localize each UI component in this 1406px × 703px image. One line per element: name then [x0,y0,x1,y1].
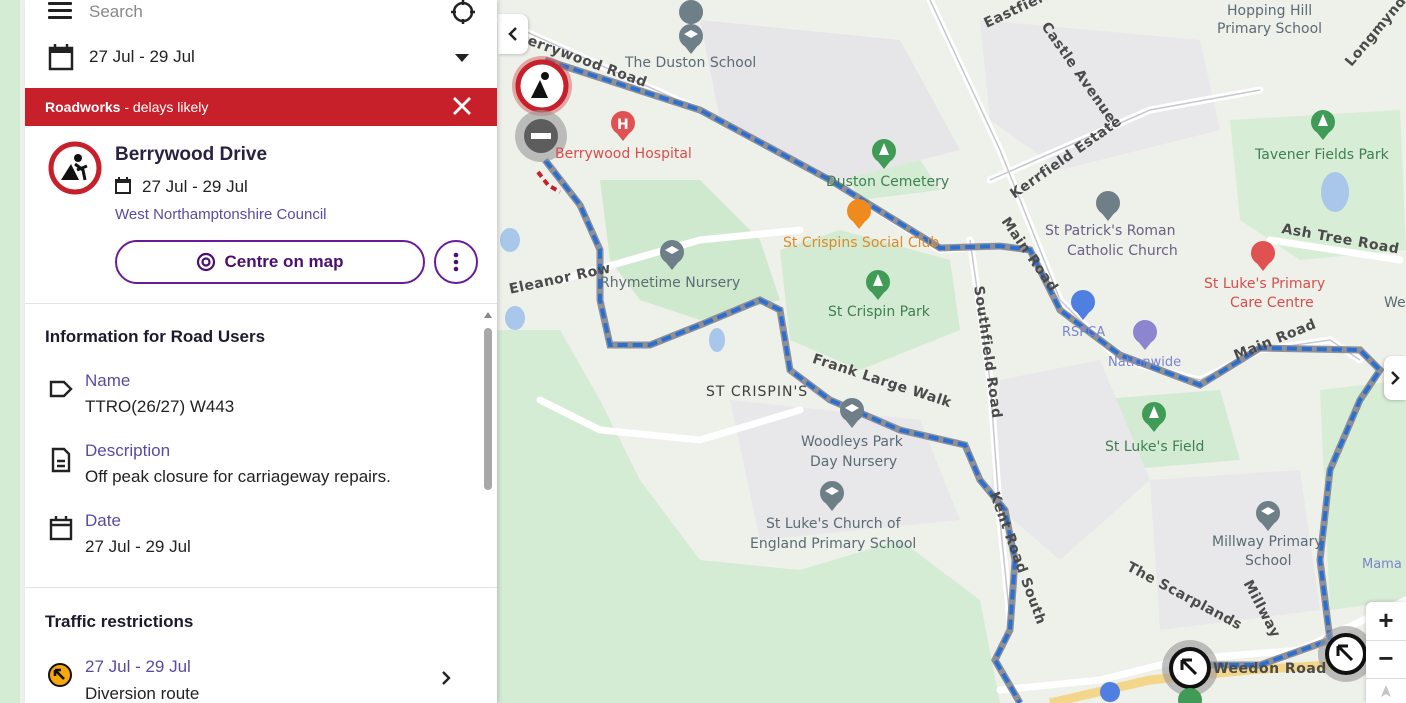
alert-type: Roadworks [45,99,121,115]
info-row-date: Date 27 Jul - 29 Jul [25,511,475,571]
map-label-st-patricks-1[interactable]: St Patrick's Roman [1045,223,1176,239]
map-label-rhymetime[interactable]: Rhymetime Nursery [600,275,740,291]
roadworks-sign-icon [48,141,102,195]
target-icon [197,252,216,272]
diversion-icon [48,663,72,687]
hamburger-icon[interactable] [48,2,72,20]
map-label-duston-cemetery[interactable]: Duston Cemetery [826,174,949,190]
date-label: Date [85,511,121,530]
map-label-st-lukes-primary-1[interactable]: St Luke's Primary [1204,276,1325,292]
calendar-icon [115,177,131,194]
chevron-right-icon [442,671,451,685]
name-value: TTRO(26/27) W443 [85,397,235,416]
map-label-st-lukes-church-1[interactable]: St Luke's Church of [766,516,901,532]
incident-authority: West Northamptonshire Council [115,206,327,223]
collapse-panel-button[interactable] [498,14,528,54]
alert-title: Roadworks - delays likely [45,99,208,115]
chevron-right-icon [1391,371,1400,385]
chevron-left-icon [508,27,517,41]
section-title-traffic: Traffic restrictions [45,612,194,631]
map-label-st-crispins-social[interactable]: St Crispins Social Club [783,235,939,251]
alert-banner: Roadworks - delays likely [25,88,497,126]
map-label-nationwide[interactable]: Nationwide [1108,355,1181,370]
calendar-icon [48,44,74,71]
date-range-selector[interactable]: 27 Jul - 29 Jul [89,47,195,67]
section-title-road-users: Information for Road Users [45,327,266,346]
compass-button[interactable] [1366,678,1406,703]
map-label-woodleys-2[interactable]: Day Nursery [810,454,897,470]
map-label-rspca[interactable]: RSPCA [1062,325,1105,340]
restriction-label: Diversion route [85,684,200,703]
calendar-icon [49,516,73,541]
panel-scrollbar[interactable] [482,310,494,703]
incident-summary: Berrywood Drive 27 Jul - 29 Jul West Nor… [25,126,497,304]
map-label-st-lukes-primary-2[interactable]: Care Centre [1230,295,1314,311]
map-label-millway-primary-2[interactable]: School [1245,553,1291,569]
map-label-duston-school[interactable]: The Duston School [625,55,756,71]
expand-right-panel-button[interactable] [1384,356,1406,400]
map-label-st-lukes-field[interactable]: St Luke's Field [1105,439,1204,455]
map-label-hopping-hill-2[interactable]: Primary School [1217,21,1322,37]
document-icon [51,447,71,473]
map-label-woodleys-1[interactable]: Woodleys Park [801,434,903,450]
description-value: Off peak closure for carriageway repairs… [85,467,391,486]
more-options-button[interactable] [434,240,478,284]
map-label-st-crispins: ST CRISPIN'S [706,384,809,400]
map-label-mama[interactable]: Mama [1362,557,1402,572]
name-label: Name [85,371,131,390]
dropdown-arrow-icon[interactable] [455,54,469,62]
map-label-berrywood-hospital[interactable]: Berrywood Hospital [555,146,692,162]
incident-date: 27 Jul - 29 Jul [142,177,248,196]
section-divider [25,587,497,588]
crosshair-icon[interactable] [449,0,477,28]
map-label-hopping-hill-1[interactable]: Hopping Hill [1227,3,1312,19]
incident-title: Berrywood Drive [115,144,268,165]
centre-on-map-button[interactable]: Centre on map [115,240,425,284]
svg-text:H: H [617,117,629,133]
map-label-millway-primary-1[interactable]: Millway Primary [1212,534,1323,550]
search-input[interactable] [89,0,409,24]
map-label-tavener-fields[interactable]: Tavener Fields Park [1255,147,1389,163]
traffic-restriction-item[interactable]: 27 Jul - 29 Jul Diversion route [25,650,480,703]
tag-icon [49,380,73,398]
incident-panel: 27 Jul - 29 Jul Roadworks - delays likel… [25,0,497,703]
zoom-out-button[interactable]: − [1366,640,1406,676]
centre-on-map-label: Centre on map [224,252,344,271]
map-label-weedon-road: Weedon Road [1213,661,1327,677]
zoom-control: + − [1366,602,1406,703]
map-label-st-lukes-church-2[interactable]: England Primary School [750,536,916,552]
scroll-thumb[interactable] [484,328,492,490]
close-icon[interactable] [451,95,473,117]
map-label-we: We [1384,295,1406,311]
date-value: 27 Jul - 29 Jul [85,537,191,556]
map-label-st-crispin-park[interactable]: St Crispin Park [828,304,930,320]
info-row-description: Description Off peak closure for carriag… [25,441,475,501]
zoom-in-button[interactable]: + [1366,602,1406,638]
restriction-date: 27 Jul - 29 Jul [85,657,191,676]
scroll-up-arrow-icon[interactable] [484,312,492,318]
info-row-name: Name TTRO(26/27) W443 [25,371,475,431]
more-vertical-icon [453,252,459,272]
compass-icon [1381,685,1391,697]
map-label-st-patricks-2[interactable]: Catholic Church [1067,243,1178,259]
description-label: Description [85,441,171,460]
search-header: 27 Jul - 29 Jul [25,0,497,88]
alert-subtitle: - delays likely [120,99,209,115]
